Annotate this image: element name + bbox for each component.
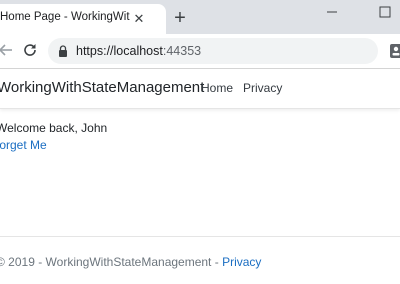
footer-divider xyxy=(0,236,400,237)
forget-me-link[interactable]: Forget Me xyxy=(0,138,47,152)
extension-icon[interactable] xyxy=(389,43,400,59)
browser-toolbar: https://localhost:44353 xyxy=(0,34,400,68)
nav-link-privacy[interactable]: Privacy xyxy=(243,81,282,95)
minimize-icon[interactable] xyxy=(325,5,339,19)
back-arrow-icon[interactable] xyxy=(0,42,14,58)
navbar-brand[interactable]: WorkingWithStateManagement xyxy=(0,79,204,96)
nav-link-home[interactable]: Home xyxy=(201,81,233,95)
site-footer: © 2019 - WorkingWithStateManagement - Pr… xyxy=(0,255,261,269)
lock-icon[interactable] xyxy=(58,45,68,57)
url-text: https://localhost:44353 xyxy=(76,44,201,58)
address-bar[interactable]: https://localhost:44353 xyxy=(48,38,378,64)
tab-strip: Home Page - WorkingWithStateManagement ✕… xyxy=(0,0,400,34)
tab-close-icon[interactable]: ✕ xyxy=(130,10,148,28)
maximize-icon[interactable] xyxy=(379,6,391,18)
url-port: :44353 xyxy=(162,44,202,58)
new-tab-icon[interactable]: + xyxy=(170,8,190,29)
url-host: https://localhost xyxy=(76,44,163,58)
footer-privacy-link[interactable]: Privacy xyxy=(222,255,261,269)
reload-icon[interactable] xyxy=(22,42,38,58)
tab-title: Home Page - WorkingWithStateManagement xyxy=(0,11,130,23)
browser-tab[interactable]: Home Page - WorkingWithStateManagement ✕ xyxy=(0,4,166,34)
footer-copyright: © 2019 - WorkingWithStateManagement - xyxy=(0,255,223,269)
welcome-message: Welcome back, John xyxy=(0,121,108,135)
site-navbar: WorkingWithStateManagement Home Privacy xyxy=(0,69,400,109)
